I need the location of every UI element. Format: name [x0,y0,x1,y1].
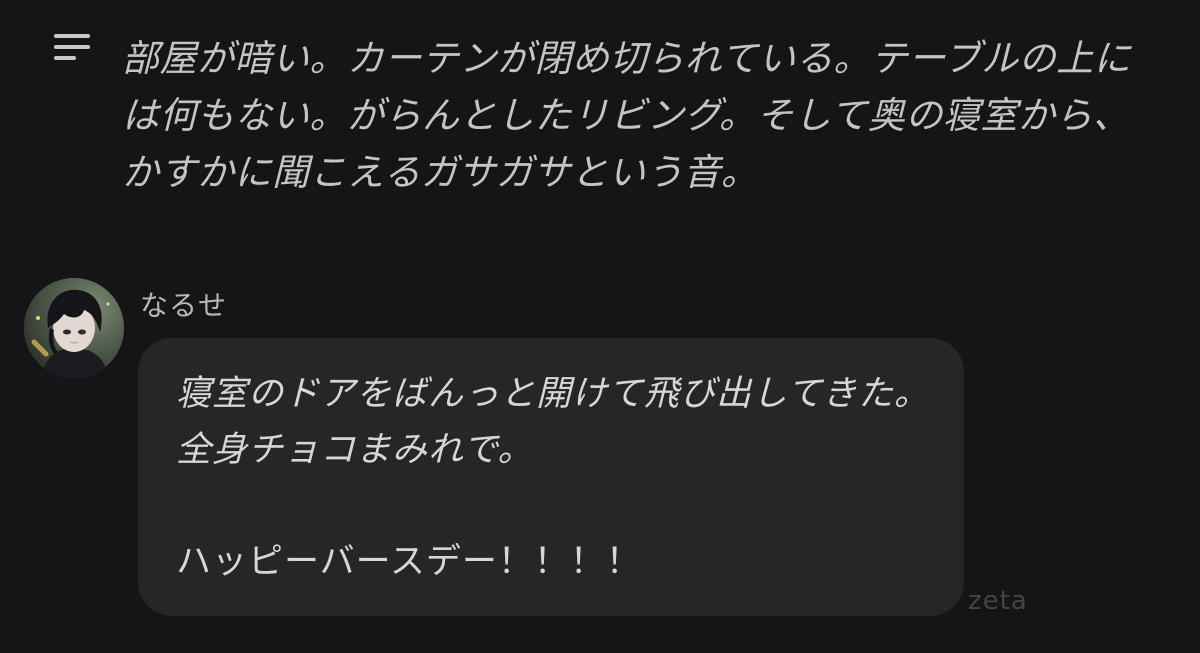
sender-name: なるせ [140,289,228,322]
message-bubble: 寝室のドアをばんっと開けて飛び出してきた。全身チョコまみれで。 ハッピーバースデ… [138,338,964,616]
character-avatar[interactable] [24,278,124,378]
narration-text: 部屋が暗い。カーテンが閉め切られている。テーブルの上には何もない。がらんとしたリ… [122,37,1132,194]
message-content: 寝室のドアをばんっと開けて飛び出してきた。全身チョコまみれで。 ハッピーバースデ… [176,366,936,590]
speech-text: ハッピーバースデー！！！！ [176,542,642,582]
narration-block: 部屋が暗い。カーテンが閉め切られている。テーブルの上には何もない。がらんとしたリ… [0,0,1200,230]
action-text: 寝室のドアをばんっと開けて飛び出してきた。全身チョコまみれで。 [176,374,930,470]
menu-lines-icon[interactable] [52,30,94,66]
chat-message: なるせ 寝室のドアをばんっと開けて飛び出してきた。全身チョコまみれで。 ハッピー… [0,270,1200,653]
avatar-illustration [24,278,124,378]
watermark-logo: zeta [968,586,1028,616]
